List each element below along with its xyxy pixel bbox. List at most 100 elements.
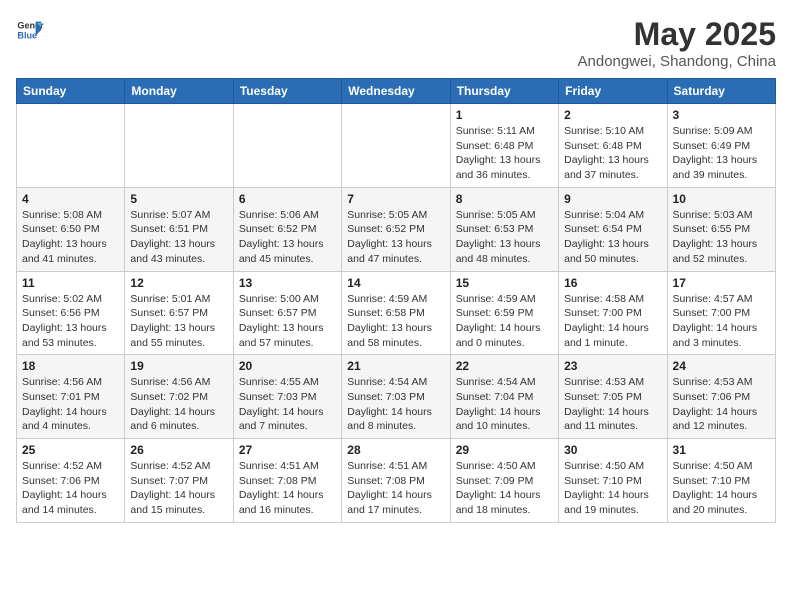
- calendar-cell: 13 Sunrise: 5:00 AM Sunset: 6:57 PM Dayli…: [233, 271, 341, 355]
- cell-date-number: 4: [22, 192, 119, 206]
- calendar-cell: 26 Sunrise: 4:52 AM Sunset: 7:07 PM Dayli…: [125, 439, 233, 523]
- cell-date-number: 20: [239, 359, 336, 373]
- day-of-week-header: Friday: [559, 79, 667, 104]
- cell-date-number: 1: [456, 108, 553, 122]
- cell-sun-info: Sunrise: 4:56 AM Sunset: 7:01 PM Dayligh…: [22, 375, 119, 434]
- cell-date-number: 16: [564, 276, 661, 290]
- calendar-cell: [342, 104, 450, 188]
- cell-date-number: 27: [239, 443, 336, 457]
- calendar-cell: 4 Sunrise: 5:08 AM Sunset: 6:50 PM Daylig…: [17, 187, 125, 271]
- calendar-cell: 10 Sunrise: 5:03 AM Sunset: 6:55 PM Dayli…: [667, 187, 775, 271]
- calendar-cell: 9 Sunrise: 5:04 AM Sunset: 6:54 PM Daylig…: [559, 187, 667, 271]
- cell-sun-info: Sunrise: 5:06 AM Sunset: 6:52 PM Dayligh…: [239, 208, 336, 267]
- cell-sun-info: Sunrise: 4:56 AM Sunset: 7:02 PM Dayligh…: [130, 375, 227, 434]
- location-subtitle: Andongwei, Shandong, China: [578, 53, 777, 70]
- logo: General Blue: [16, 16, 44, 44]
- cell-date-number: 7: [347, 192, 444, 206]
- cell-sun-info: Sunrise: 5:05 AM Sunset: 6:52 PM Dayligh…: [347, 208, 444, 267]
- cell-sun-info: Sunrise: 5:11 AM Sunset: 6:48 PM Dayligh…: [456, 124, 553, 183]
- day-of-week-header: Saturday: [667, 79, 775, 104]
- cell-sun-info: Sunrise: 4:54 AM Sunset: 7:04 PM Dayligh…: [456, 375, 553, 434]
- day-of-week-header: Wednesday: [342, 79, 450, 104]
- calendar-cell: 1 Sunrise: 5:11 AM Sunset: 6:48 PM Daylig…: [450, 104, 558, 188]
- cell-sun-info: Sunrise: 4:51 AM Sunset: 7:08 PM Dayligh…: [347, 459, 444, 518]
- cell-sun-info: Sunrise: 4:55 AM Sunset: 7:03 PM Dayligh…: [239, 375, 336, 434]
- cell-sun-info: Sunrise: 4:51 AM Sunset: 7:08 PM Dayligh…: [239, 459, 336, 518]
- calendar-cell: 6 Sunrise: 5:06 AM Sunset: 6:52 PM Daylig…: [233, 187, 341, 271]
- calendar-cell: 19 Sunrise: 4:56 AM Sunset: 7:02 PM Dayli…: [125, 355, 233, 439]
- calendar-cell: 8 Sunrise: 5:05 AM Sunset: 6:53 PM Daylig…: [450, 187, 558, 271]
- cell-date-number: 3: [673, 108, 770, 122]
- calendar-cell: 17 Sunrise: 4:57 AM Sunset: 7:00 PM Dayli…: [667, 271, 775, 355]
- calendar-cell: 5 Sunrise: 5:07 AM Sunset: 6:51 PM Daylig…: [125, 187, 233, 271]
- day-of-week-header: Tuesday: [233, 79, 341, 104]
- calendar-cell: [125, 104, 233, 188]
- cell-sun-info: Sunrise: 5:02 AM Sunset: 6:56 PM Dayligh…: [22, 292, 119, 351]
- calendar-cell: 30 Sunrise: 4:50 AM Sunset: 7:10 PM Dayli…: [559, 439, 667, 523]
- cell-date-number: 12: [130, 276, 227, 290]
- cell-sun-info: Sunrise: 5:04 AM Sunset: 6:54 PM Dayligh…: [564, 208, 661, 267]
- cell-sun-info: Sunrise: 4:50 AM Sunset: 7:09 PM Dayligh…: [456, 459, 553, 518]
- cell-date-number: 17: [673, 276, 770, 290]
- cell-date-number: 5: [130, 192, 227, 206]
- cell-sun-info: Sunrise: 5:07 AM Sunset: 6:51 PM Dayligh…: [130, 208, 227, 267]
- cell-date-number: 25: [22, 443, 119, 457]
- cell-date-number: 24: [673, 359, 770, 373]
- calendar-cell: 31 Sunrise: 4:50 AM Sunset: 7:10 PM Dayli…: [667, 439, 775, 523]
- calendar-cell: 14 Sunrise: 4:59 AM Sunset: 6:58 PM Dayli…: [342, 271, 450, 355]
- cell-date-number: 19: [130, 359, 227, 373]
- logo-icon: General Blue: [16, 16, 44, 44]
- calendar-cell: 20 Sunrise: 4:55 AM Sunset: 7:03 PM Dayli…: [233, 355, 341, 439]
- svg-text:Blue: Blue: [17, 30, 37, 40]
- cell-sun-info: Sunrise: 4:59 AM Sunset: 6:59 PM Dayligh…: [456, 292, 553, 351]
- day-of-week-header: Monday: [125, 79, 233, 104]
- calendar-cell: 12 Sunrise: 5:01 AM Sunset: 6:57 PM Dayli…: [125, 271, 233, 355]
- calendar-cell: 25 Sunrise: 4:52 AM Sunset: 7:06 PM Dayli…: [17, 439, 125, 523]
- cell-date-number: 2: [564, 108, 661, 122]
- cell-date-number: 14: [347, 276, 444, 290]
- calendar-cell: 11Sunrise: 5:02 AM Sunset: 6:56 PM Dayli…: [17, 271, 125, 355]
- cell-sun-info: Sunrise: 4:53 AM Sunset: 7:06 PM Dayligh…: [673, 375, 770, 434]
- cell-date-number: 26: [130, 443, 227, 457]
- calendar-cell: 27 Sunrise: 4:51 AM Sunset: 7:08 PM Dayli…: [233, 439, 341, 523]
- cell-sun-info: Sunrise: 5:03 AM Sunset: 6:55 PM Dayligh…: [673, 208, 770, 267]
- calendar-cell: 22 Sunrise: 4:54 AM Sunset: 7:04 PM Dayli…: [450, 355, 558, 439]
- calendar-cell: [233, 104, 341, 188]
- cell-date-number: 13: [239, 276, 336, 290]
- cell-date-number: 30: [564, 443, 661, 457]
- cell-sun-info: Sunrise: 4:52 AM Sunset: 7:06 PM Dayligh…: [22, 459, 119, 518]
- cell-date-number: 10: [673, 192, 770, 206]
- cell-date-number: 18: [22, 359, 119, 373]
- cell-sun-info: Sunrise: 4:59 AM Sunset: 6:58 PM Dayligh…: [347, 292, 444, 351]
- cell-date-number: 9: [564, 192, 661, 206]
- calendar-cell: 24 Sunrise: 4:53 AM Sunset: 7:06 PM Dayli…: [667, 355, 775, 439]
- cell-sun-info: Sunrise: 4:50 AM Sunset: 7:10 PM Dayligh…: [673, 459, 770, 518]
- cell-sun-info: Sunrise: 5:01 AM Sunset: 6:57 PM Dayligh…: [130, 292, 227, 351]
- cell-sun-info: Sunrise: 4:50 AM Sunset: 7:10 PM Dayligh…: [564, 459, 661, 518]
- calendar-cell: 7 Sunrise: 5:05 AM Sunset: 6:52 PM Daylig…: [342, 187, 450, 271]
- cell-date-number: 15: [456, 276, 553, 290]
- cell-sun-info: Sunrise: 5:05 AM Sunset: 6:53 PM Dayligh…: [456, 208, 553, 267]
- calendar-cell: 28 Sunrise: 4:51 AM Sunset: 7:08 PM Dayli…: [342, 439, 450, 523]
- title-block: May 2025 Andongwei, Shandong, China: [578, 16, 777, 70]
- cell-sun-info: Sunrise: 5:00 AM Sunset: 6:57 PM Dayligh…: [239, 292, 336, 351]
- calendar-cell: 21Sunrise: 4:54 AM Sunset: 7:03 PM Dayli…: [342, 355, 450, 439]
- calendar-cell: 29Sunrise: 4:50 AM Sunset: 7:09 PM Dayli…: [450, 439, 558, 523]
- cell-date-number: 8: [456, 192, 553, 206]
- cell-date-number: 6: [239, 192, 336, 206]
- cell-sun-info: Sunrise: 4:53 AM Sunset: 7:05 PM Dayligh…: [564, 375, 661, 434]
- cell-date-number: 21: [347, 359, 444, 373]
- cell-sun-info: Sunrise: 4:58 AM Sunset: 7:00 PM Dayligh…: [564, 292, 661, 351]
- cell-date-number: 31: [673, 443, 770, 457]
- calendar-cell: 18 Sunrise: 4:56 AM Sunset: 7:01 PM Dayli…: [17, 355, 125, 439]
- cell-sun-info: Sunrise: 5:09 AM Sunset: 6:49 PM Dayligh…: [673, 124, 770, 183]
- cell-sun-info: Sunrise: 4:52 AM Sunset: 7:07 PM Dayligh…: [130, 459, 227, 518]
- cell-sun-info: Sunrise: 4:57 AM Sunset: 7:00 PM Dayligh…: [673, 292, 770, 351]
- calendar-cell: 15 Sunrise: 4:59 AM Sunset: 6:59 PM Dayli…: [450, 271, 558, 355]
- cell-date-number: 22: [456, 359, 553, 373]
- cell-sun-info: Sunrise: 5:08 AM Sunset: 6:50 PM Dayligh…: [22, 208, 119, 267]
- calendar-cell: [17, 104, 125, 188]
- cell-date-number: 23: [564, 359, 661, 373]
- day-of-week-header: Sunday: [17, 79, 125, 104]
- cell-date-number: 28: [347, 443, 444, 457]
